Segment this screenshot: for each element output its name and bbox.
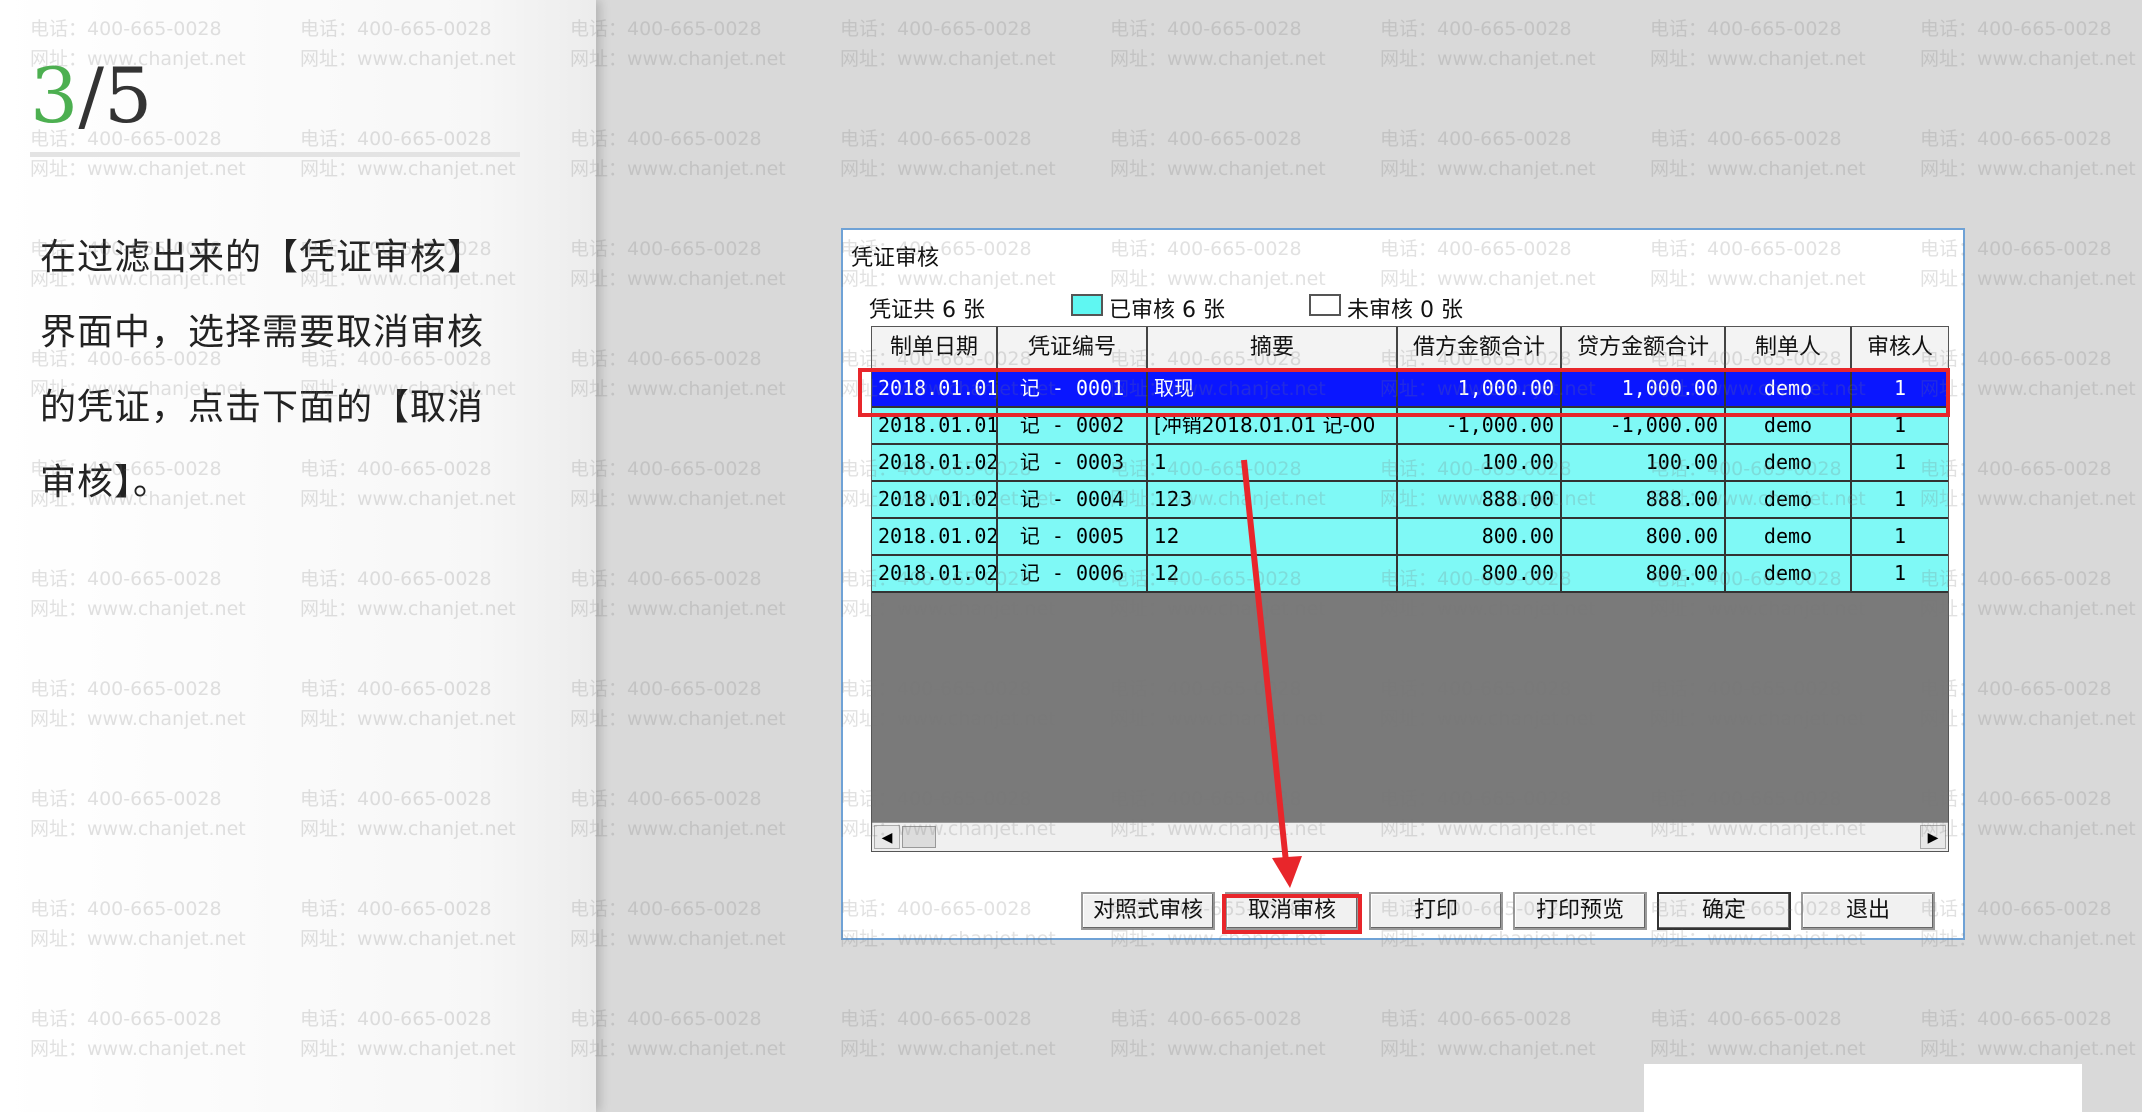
arrow-head	[1272, 856, 1302, 888]
arrow-shaft	[1241, 459, 1289, 863]
pointer-arrow-icon	[1241, 459, 1302, 888]
